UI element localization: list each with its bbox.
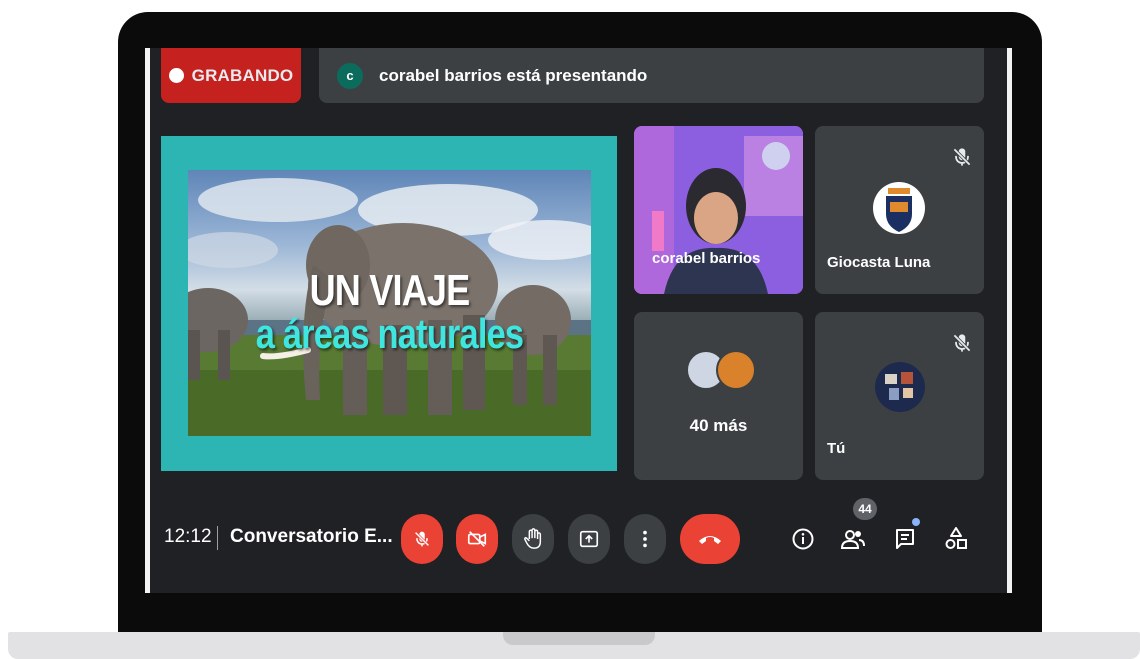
- footer-separator: [217, 526, 218, 550]
- participant-tile-giocasta[interactable]: Giocasta Luna: [815, 126, 984, 294]
- chat-button[interactable]: [892, 526, 918, 552]
- present-icon: [579, 530, 599, 548]
- recording-label: GRABANDO: [191, 65, 294, 85]
- info-icon: [792, 528, 814, 550]
- meeting-title[interactable]: Conversatorio E...: [230, 526, 393, 548]
- raise-hand-icon: [524, 528, 542, 549]
- more-options-icon: [643, 530, 647, 548]
- shared-presentation[interactable]: UN VIAJE a áreas naturales: [161, 136, 617, 471]
- camera-off-icon: [467, 531, 487, 547]
- screen-edge-right: [1007, 48, 1012, 593]
- present-screen-button[interactable]: [568, 514, 610, 564]
- slide-title-line1: UN VIAJE: [309, 266, 471, 315]
- people-icon: [840, 530, 865, 549]
- meeting-info-button[interactable]: [790, 526, 816, 552]
- recording-badge[interactable]: GRABANDO: [161, 48, 301, 103]
- activities-button[interactable]: [943, 526, 969, 552]
- laptop-notch: [503, 632, 655, 645]
- participant-count-badge: 44: [853, 498, 877, 520]
- self-avatar: [875, 362, 925, 412]
- activities-icon: [945, 527, 967, 549]
- mic-off-icon: [414, 531, 430, 547]
- participant-name: Giocasta Luna: [827, 254, 931, 271]
- participant-tile-presenter[interactable]: corabel barrios: [634, 126, 803, 294]
- presenting-banner: c corabel barrios está presentando: [319, 48, 984, 103]
- chat-icon: [896, 529, 914, 549]
- chat-notification-dot: [912, 518, 920, 526]
- meeting-clock: 12:12: [164, 526, 212, 547]
- participant-tile-self[interactable]: Tú: [815, 312, 984, 480]
- others-count-label: 40 más: [689, 416, 748, 435]
- raise-hand-button[interactable]: [512, 514, 554, 564]
- more-options-button[interactable]: [624, 514, 666, 564]
- people-button[interactable]: [840, 526, 866, 552]
- participant-name: Tú: [827, 440, 846, 457]
- mic-off-icon: [953, 334, 971, 352]
- leave-call-button[interactable]: [680, 514, 740, 564]
- meeting-screen: GRABANDO c corabel barrios está presenta…: [145, 48, 1012, 593]
- presenter-video: [634, 126, 803, 294]
- slide-title-line2: a áreas naturales: [255, 310, 524, 357]
- presenting-text: corabel barrios está presentando: [379, 65, 648, 85]
- presenter-avatar: c: [337, 62, 363, 89]
- mic-toggle-button[interactable]: [401, 514, 443, 564]
- mic-off-icon: [953, 148, 971, 166]
- school-logo-avatar: [873, 182, 925, 234]
- recording-dot-icon: [168, 68, 184, 83]
- camera-toggle-button[interactable]: [456, 514, 498, 564]
- slide-photo: UN VIAJE a áreas naturales: [188, 170, 591, 436]
- participant-tile-others[interactable]: 40 más: [634, 312, 803, 480]
- other-avatar-2: [716, 350, 756, 390]
- leave-call-icon: [699, 536, 721, 544]
- participant-name: corabel barrios: [652, 250, 761, 267]
- screen-edge-left: [145, 48, 150, 593]
